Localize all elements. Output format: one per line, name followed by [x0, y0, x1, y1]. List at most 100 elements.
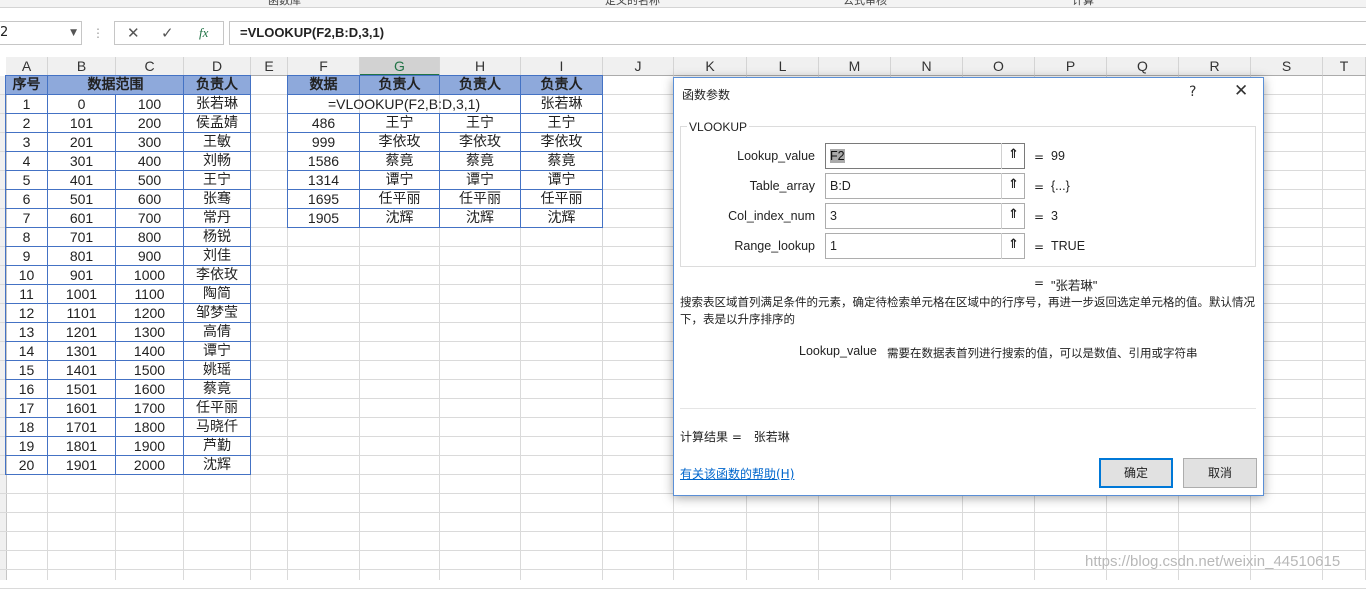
table-cell[interactable]: 张若琳 [183, 94, 251, 114]
table-cell[interactable]: 10 [5, 265, 48, 285]
table-cell[interactable]: 沈辉 [520, 208, 603, 228]
header-cell-range[interactable]: 数据范围 [47, 75, 184, 95]
table-cell[interactable]: 蔡竟 [439, 151, 521, 171]
table-cell[interactable]: 1586 [287, 151, 360, 171]
table-cell[interactable]: 李依玫 [183, 265, 251, 285]
table-cell[interactable]: 19 [5, 436, 48, 456]
table-cell[interactable]: 13 [5, 322, 48, 342]
lookup-value-input[interactable]: F2 [825, 143, 1025, 169]
table-cell[interactable]: 1301 [47, 341, 116, 361]
table-array-input[interactable]: B:D [825, 173, 1025, 199]
column-header-o[interactable]: O [963, 57, 1035, 76]
table-cell[interactable]: 1201 [47, 322, 116, 342]
table-cell[interactable]: 20 [5, 455, 48, 475]
table-cell[interactable]: 400 [115, 151, 184, 171]
range-lookup-input[interactable]: 1 [825, 233, 1025, 259]
table-cell[interactable]: 姚瑶 [183, 360, 251, 380]
enter-icon[interactable]: ✓ [161, 24, 174, 42]
table-cell[interactable]: 李依玫 [520, 132, 603, 152]
table-cell[interactable]: 1300 [115, 322, 184, 342]
table-cell[interactable]: 601 [47, 208, 116, 228]
chevron-down-icon[interactable]: ▼ [70, 22, 77, 44]
column-header-p[interactable]: P [1035, 57, 1107, 76]
header-cell[interactable]: 负责人 [359, 75, 440, 95]
header-cell-index[interactable]: 序号 [5, 75, 48, 95]
table-cell[interactable]: 张骞 [183, 189, 251, 209]
table-cell[interactable]: 700 [115, 208, 184, 228]
table-cell[interactable]: 800 [115, 227, 184, 247]
close-icon[interactable]: ✕ [1234, 81, 1248, 101]
header-cell[interactable]: 数据 [287, 75, 360, 95]
table-cell[interactable]: 沈辉 [359, 208, 440, 228]
table-cell[interactable]: 王宁 [520, 113, 603, 133]
table-cell[interactable]: 100 [115, 94, 184, 114]
table-cell[interactable]: 1900 [115, 436, 184, 456]
table-cell[interactable]: 王宁 [359, 113, 440, 133]
collapse-dialog-icon[interactable]: ⇑ [1001, 173, 1025, 199]
header-cell[interactable]: 负责人 [520, 75, 603, 95]
table-cell[interactable]: 15 [5, 360, 48, 380]
column-header-q[interactable]: Q [1107, 57, 1179, 76]
table-cell[interactable]: 高倩 [183, 322, 251, 342]
header-cell[interactable]: 负责人 [439, 75, 521, 95]
table-cell[interactable]: 701 [47, 227, 116, 247]
table-cell[interactable]: 5 [5, 170, 48, 190]
formula-cell[interactable]: =VLOOKUP(F2,B:D,3,1) [287, 94, 521, 114]
table-cell[interactable]: 1500 [115, 360, 184, 380]
cancel-icon[interactable]: ✕ [127, 24, 140, 42]
table-cell[interactable]: 1000 [115, 265, 184, 285]
table-cell[interactable]: 101 [47, 113, 116, 133]
column-header-k[interactable]: K [674, 57, 747, 76]
more-icon[interactable]: ⋮ [92, 26, 104, 40]
table-cell[interactable]: 侯孟婧 [183, 113, 251, 133]
cancel-button[interactable]: 取消 [1183, 458, 1257, 488]
table-cell[interactable]: 任平丽 [439, 189, 521, 209]
table-cell[interactable]: 1695 [287, 189, 360, 209]
table-cell[interactable]: 14 [5, 341, 48, 361]
collapse-dialog-icon[interactable]: ⇑ [1001, 203, 1025, 229]
table-cell[interactable]: 7 [5, 208, 48, 228]
table-cell[interactable]: 8 [5, 227, 48, 247]
column-header-a[interactable]: A [6, 57, 48, 76]
table-cell[interactable]: 1701 [47, 417, 116, 437]
column-header-n[interactable]: N [891, 57, 963, 76]
table-cell[interactable]: 801 [47, 246, 116, 266]
table-cell[interactable]: 4 [5, 151, 48, 171]
table-cell[interactable]: 蔡竟 [183, 379, 251, 399]
table-cell[interactable]: 马晓仟 [183, 417, 251, 437]
table-cell[interactable]: 16 [5, 379, 48, 399]
ok-button[interactable]: 确定 [1099, 458, 1173, 488]
name-box[interactable]: 2 ▼ [0, 21, 82, 45]
table-cell[interactable]: 李依玫 [359, 132, 440, 152]
table-cell[interactable]: 沈辉 [183, 455, 251, 475]
table-cell[interactable]: 沈辉 [439, 208, 521, 228]
table-cell[interactable]: 301 [47, 151, 116, 171]
table-cell[interactable]: 1200 [115, 303, 184, 323]
column-header-e[interactable]: E [251, 57, 288, 76]
table-cell[interactable]: 12 [5, 303, 48, 323]
column-header-t[interactable]: T [1323, 57, 1366, 76]
column-header-j[interactable]: J [603, 57, 674, 76]
formula-input[interactable]: =VLOOKUP(F2,B:D,3,1) [229, 21, 1366, 45]
table-cell[interactable]: 1601 [47, 398, 116, 418]
col-index-num-input[interactable]: 3 [825, 203, 1025, 229]
table-cell[interactable]: 17 [5, 398, 48, 418]
table-cell[interactable]: 蔡竟 [520, 151, 603, 171]
help-icon[interactable]: ? [1189, 84, 1196, 100]
table-cell[interactable]: 蔡竟 [359, 151, 440, 171]
insert-function-icon[interactable]: fx [199, 25, 208, 41]
table-cell[interactable]: 486 [287, 113, 360, 133]
table-cell[interactable]: 3 [5, 132, 48, 152]
table-cell[interactable]: 1001 [47, 284, 116, 304]
table-cell[interactable]: 任平丽 [183, 398, 251, 418]
table-cell[interactable]: 2000 [115, 455, 184, 475]
table-cell[interactable]: 任平丽 [359, 189, 440, 209]
table-cell[interactable]: 1600 [115, 379, 184, 399]
table-cell[interactable]: 张若琳 [520, 94, 603, 114]
table-cell[interactable]: 18 [5, 417, 48, 437]
table-cell[interactable]: 1905 [287, 208, 360, 228]
table-cell[interactable]: 901 [47, 265, 116, 285]
column-header-s[interactable]: S [1251, 57, 1323, 76]
table-cell[interactable]: 1101 [47, 303, 116, 323]
table-cell[interactable]: 王宁 [439, 113, 521, 133]
